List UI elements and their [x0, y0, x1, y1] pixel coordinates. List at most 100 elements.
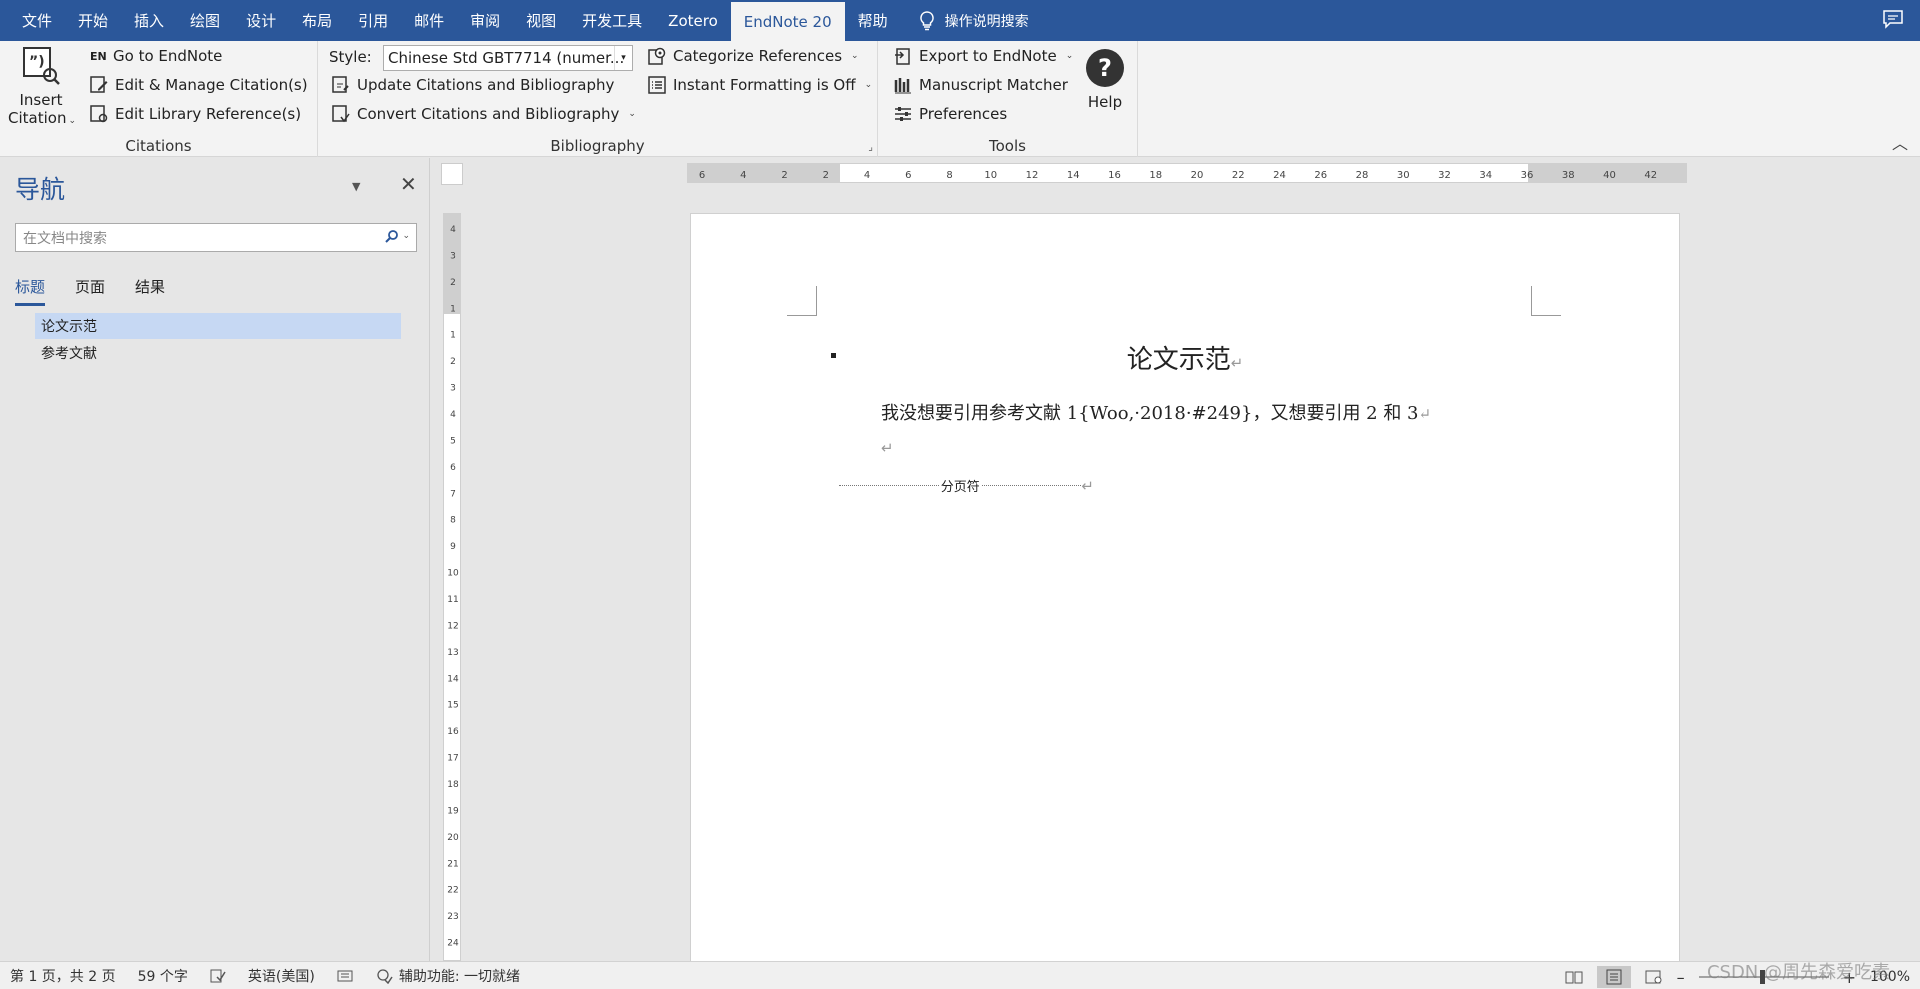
chevron-down-icon: ⌄ — [1065, 51, 1074, 61]
accessibility-label: 辅助功能: 一切就绪 — [398, 968, 520, 985]
nav-tab-headings[interactable]: 标题 — [15, 276, 46, 306]
convert-citations-button[interactable]: Convert Citations and Bibliography ⌄ — [332, 105, 636, 123]
chevron-down-icon: ⌄ — [851, 51, 859, 61]
preferences-button[interactable]: Preferences — [894, 105, 1007, 123]
ruler-tick-label: 12 — [1026, 170, 1039, 181]
export-icon — [895, 48, 910, 65]
ruler-tick-label: 24 — [447, 939, 459, 949]
horizontal-ruler[interactable]: 6 4 2 2 4 6 8 10 12 14 16 18 20 22 24 26 28 30 32 34 36 38 40 4… — [687, 163, 1687, 183]
search-icon[interactable]: ⌄ — [385, 229, 410, 243]
ruler-tick-label: 9 — [450, 542, 456, 552]
document-page[interactable]: 论文示范↵ 我没想要引用参考文献 1{Woo,·2018·#249}，又想要引用… — [690, 213, 1680, 961]
ruler-tick-label: 21 — [447, 859, 458, 869]
collapse-ribbon-icon[interactable]: ︿ — [1892, 130, 1908, 154]
categorize-icon — [648, 47, 666, 65]
tab-insert[interactable]: 插入 — [121, 0, 177, 41]
update-citations-button[interactable]: Update Citations and Bibliography — [332, 76, 614, 94]
ruler-tick-label: 38 — [1562, 170, 1575, 181]
tab-home[interactable]: 开始 — [65, 0, 121, 41]
tools-group-label: Tools — [989, 137, 1026, 155]
edit-manage-label: Edit & Manage Citation(s) — [115, 76, 308, 94]
menu-bar: 文件 开始 插入 绘图 设计 布局 引用 邮件 审阅 视图 开发工具 Zoter… — [0, 0, 1920, 41]
print-layout-icon[interactable] — [1596, 966, 1631, 988]
page-count[interactable]: 第 1 页，共 2 页 — [10, 966, 116, 986]
page-break-line — [839, 485, 939, 486]
paragraph-mark: ↵ — [1081, 476, 1094, 495]
language-status[interactable]: 英语(美国) — [248, 966, 315, 986]
empty-paragraph-mark[interactable]: ↵ — [881, 439, 894, 457]
go-to-endnote-label: Go to EndNote — [113, 47, 223, 65]
chevron-down-icon: ⌄ — [68, 116, 76, 126]
edit-manage-citations-button[interactable]: Edit & Manage Citation(s) — [90, 76, 308, 94]
nav-heading-item[interactable]: 参考文献 — [35, 340, 401, 366]
tab-endnote[interactable]: EndNote 20 — [730, 2, 845, 41]
page-break-line — [981, 485, 1082, 486]
style-select[interactable]: Chinese Std GBT7714 (numer... ▾ — [383, 45, 633, 71]
word-count[interactable]: 59 个字 — [138, 966, 188, 986]
close-icon[interactable]: ✕ — [400, 172, 417, 196]
nav-tabs: 标题 页面 结果 — [15, 276, 165, 306]
accessibility-status[interactable]: 辅助功能: 一切就绪 — [375, 966, 520, 986]
tab-stop-selector[interactable] — [441, 163, 463, 185]
document-paragraph[interactable]: 我没想要引用参考文献 1{Woo,·2018·#249}，又想要引用 2 和 3… — [881, 399, 1431, 425]
ruler-margin — [688, 164, 840, 182]
nav-tab-pages[interactable]: 页面 — [75, 276, 105, 306]
ruler-tick-label: 12 — [447, 621, 458, 631]
export-label: Export to EndNote — [919, 47, 1057, 65]
edit-library-reference-button[interactable]: Edit Library Reference(s) — [90, 105, 301, 123]
ruler-tick-label: 11 — [447, 595, 458, 605]
ruler-tick-label: 2 — [450, 278, 456, 288]
read-mode-icon[interactable] — [1565, 970, 1583, 984]
vertical-ruler[interactable]: 4321123456789101112131415161718192021222… — [443, 213, 461, 961]
nav-heading-item[interactable]: 论文示范 — [35, 313, 401, 339]
nav-search-input[interactable]: 在文档中搜索 ⌄ — [15, 223, 417, 252]
proofing-status[interactable] — [210, 969, 226, 983]
go-to-endnote-button[interactable]: EN Go to EndNote — [90, 47, 222, 65]
tab-file[interactable]: 文件 — [0, 0, 65, 41]
document-title[interactable]: 论文示范↵ — [691, 339, 1679, 376]
ruler-tick-label: 24 — [1273, 170, 1286, 181]
ruler-tick-label: 22 — [447, 886, 458, 896]
comment-icon[interactable] — [1882, 9, 1904, 29]
ruler-tick-label: 20 — [447, 833, 459, 843]
chevron-down-icon[interactable]: ▾ — [614, 46, 632, 70]
help-button[interactable]: ? Help — [1080, 47, 1130, 111]
tell-me-search[interactable]: 操作说明搜索 — [901, 0, 1029, 41]
tab-developer[interactable]: 开发工具 — [569, 0, 655, 41]
manuscript-matcher-button[interactable]: Manuscript Matcher — [894, 76, 1068, 94]
lightbulb-icon — [919, 10, 934, 30]
tab-design[interactable]: 设计 — [233, 0, 289, 41]
matcher-label: Manuscript Matcher — [919, 76, 1068, 94]
ruler-tick-label: 3 — [450, 251, 456, 261]
export-to-endnote-button[interactable]: Export to EndNote ⌄ — [894, 47, 1073, 65]
tab-zotero[interactable]: Zotero — [655, 0, 731, 41]
ruler-tick-label: 1 — [450, 304, 456, 314]
ruler-tick-label: 40 — [1603, 170, 1616, 181]
crop-mark — [787, 286, 817, 316]
categorize-references-button[interactable]: Categorize References ⌄ — [648, 47, 859, 65]
web-layout-icon[interactable] — [1645, 970, 1663, 984]
tab-mailings[interactable]: 邮件 — [401, 0, 457, 41]
ruler-tick-label: 26 — [1314, 170, 1327, 181]
tab-review[interactable]: 审阅 — [457, 0, 513, 41]
ruler-tick-label: 10 — [447, 569, 459, 579]
tab-help[interactable]: 帮助 — [845, 0, 901, 41]
citations-group-label: Citations — [125, 137, 192, 155]
insert-citation-button[interactable]: ”) Insert Citation ⌄ — [8, 45, 76, 130]
ruler-tick-label: 7 — [450, 489, 456, 499]
tab-draw[interactable]: 绘图 — [177, 0, 233, 41]
nav-options-icon[interactable]: ▼ — [352, 180, 360, 193]
macro-recording[interactable] — [337, 969, 353, 983]
page-break-label: 分页符 — [940, 480, 980, 495]
page-break[interactable]: 分页符 ↵ — [839, 476, 1094, 495]
chevron-down-icon: ⌄ — [628, 109, 636, 119]
ruler-tick-label: 8 — [450, 516, 456, 526]
tab-references[interactable]: 引用 — [345, 0, 401, 41]
tab-layout[interactable]: 布局 — [289, 0, 345, 41]
nav-tab-results[interactable]: 结果 — [135, 276, 165, 306]
svg-text:?: ? — [1098, 54, 1112, 82]
ruler-tick-label: 14 — [447, 674, 459, 684]
zoom-out-icon[interactable]: – — [1677, 968, 1685, 987]
instant-formatting-button[interactable]: Instant Formatting is Off ⌄ — [648, 76, 872, 94]
tab-view[interactable]: 视图 — [513, 0, 569, 41]
